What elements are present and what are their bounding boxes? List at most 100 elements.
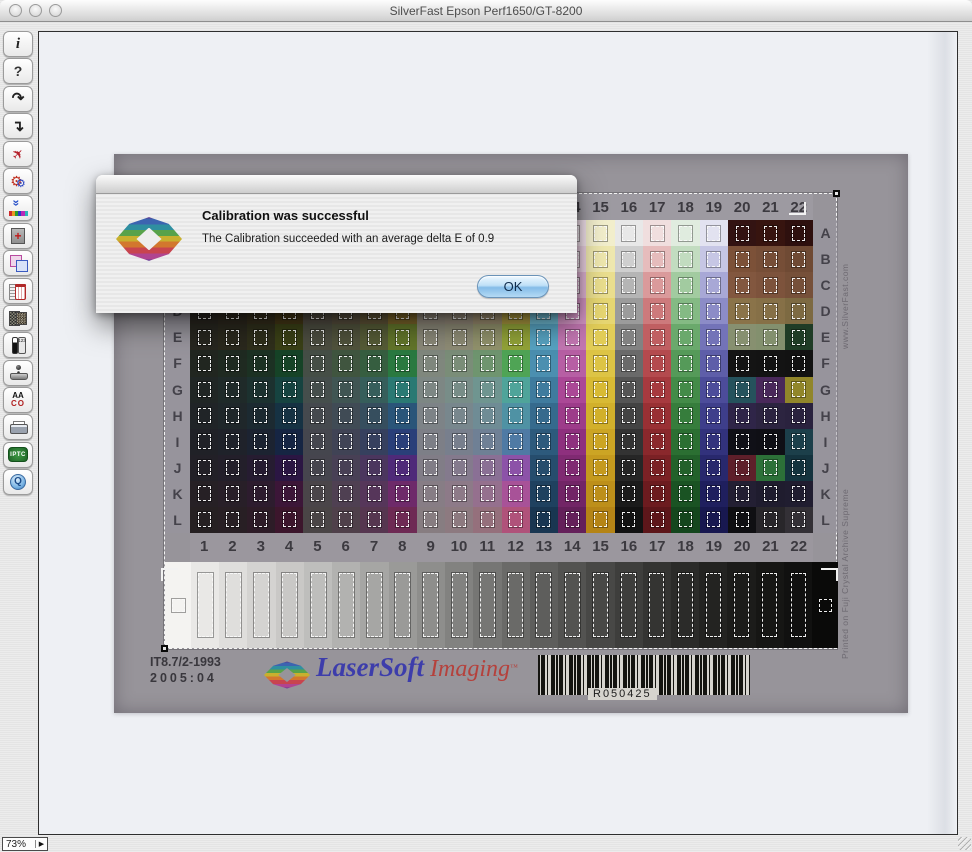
preview-canvas[interactable]: 12345678910111213141516171819202122 ABCD… [38,31,958,835]
color-patch-K11 [473,481,501,507]
dialog-titlebar[interactable] [96,175,577,194]
window-titlebar[interactable]: SilverFast Epson Perf1650/GT-8200 [0,0,972,22]
row-label: J [813,455,838,481]
color-patch-K18 [671,481,699,507]
color-patch-A21 [756,220,784,246]
patch-marquee [537,434,550,449]
patch-marquee [736,356,749,371]
color-patch-G5 [303,377,331,403]
grayscale-patch [615,562,643,648]
patch-marquee [792,434,805,449]
color-patch-I6 [332,429,360,455]
patch-marquee [198,573,213,637]
patch-marquee [566,382,579,397]
column-label: 3 [247,533,275,562]
patch-marquee [622,512,635,527]
patch-marquee [254,512,267,527]
iptc-button[interactable]: IPTC [3,442,33,468]
color-patch-L1 [190,507,218,533]
patch-marquee [622,330,635,345]
color-patch-F21 [756,350,784,376]
patch-marquee [792,278,805,293]
color-patch-B19 [700,246,728,272]
zoom-level-control[interactable]: 73% ▶ [2,837,48,851]
color-patch-A20 [728,220,756,246]
color-patch-C17 [643,272,671,298]
patch-marquee [537,512,550,527]
selection-handle[interactable] [161,645,168,652]
patch-marquee [254,434,267,449]
registration-mark [789,202,806,215]
patch-marquee [764,382,777,397]
brand-name: LaserSoft [316,652,424,682]
color-patch-I11 [473,429,501,455]
patch-marquee [368,356,381,371]
overview-plane-button[interactable]: ✈ [3,141,33,167]
patch-marquee [649,573,664,637]
color-patch-G13 [530,377,558,403]
patch-marquee [679,408,692,423]
patch-marquee [622,226,635,241]
grayscale-patch [643,562,671,648]
scan-pilot-button[interactable] [3,360,33,386]
color-patch-J19 [700,455,728,481]
print-button[interactable] [3,414,33,440]
ok-button[interactable]: OK [477,275,549,298]
color-patch-H2 [218,403,246,429]
selection-handle[interactable] [833,190,840,197]
patch-marquee [679,486,692,501]
add-frame-button[interactable]: + [3,223,33,249]
right-row-labels: ABCDEFGHIJKL [813,220,838,533]
color-patch-L19 [700,507,728,533]
auto-text-button[interactable]: AA [3,387,33,413]
mirror-button[interactable]: ↴ [3,113,33,139]
color-patch-D16 [615,298,643,324]
help-button[interactable]: ? [3,58,33,84]
patch-marquee [622,278,635,293]
delete-frame-button[interactable] [3,278,33,304]
patch-marquee [481,486,494,501]
color-patch-K9 [417,481,445,507]
color-patch-C15 [586,272,614,298]
patch-marquee [283,434,296,449]
registration-mark [821,568,838,581]
grayscale-patch [756,562,784,648]
quicktime-button[interactable]: Q [3,469,33,495]
color-patch-K13 [530,481,558,507]
color-patch-F12 [502,350,530,376]
patch-marquee [736,226,749,241]
window-title: SilverFast Epson Perf1650/GT-8200 [390,4,583,18]
gears-button[interactable]: ⚙ [3,168,33,194]
row-label: J [165,455,190,481]
patch-marquee [622,356,635,371]
color-patch-C16 [615,272,643,298]
color-patch-K19 [700,481,728,507]
patch-marquee [537,356,550,371]
color-patch-F14 [558,350,586,376]
patch-marquee [707,382,720,397]
color-patch-B21 [756,246,784,272]
copy-frame-button[interactable] [3,250,33,276]
film-frames-button[interactable] [3,305,33,331]
minimize-button[interactable] [29,4,42,17]
rotate-button[interactable]: ↷ [3,86,33,112]
patch-marquee [481,408,494,423]
patch-marquee [254,460,267,475]
info-button[interactable]: i [3,31,33,57]
color-patch-E6 [332,324,360,350]
patch-marquee [707,460,720,475]
patch-marquee [283,408,296,423]
color-patch-I19 [700,429,728,455]
patch-marquee [651,382,664,397]
color-patch-F16 [615,350,643,376]
color-patch-I2 [218,429,246,455]
patch-marquee [481,512,494,527]
density-gauges-button[interactable] [3,332,33,358]
resize-grip[interactable] [958,837,971,850]
close-button[interactable] [9,4,22,17]
patch-marquee [368,408,381,423]
color-pilot-button[interactable] [3,195,33,221]
zoom-button[interactable] [49,4,62,17]
column-label: 21 [756,533,784,562]
patch-marquee [198,486,211,501]
